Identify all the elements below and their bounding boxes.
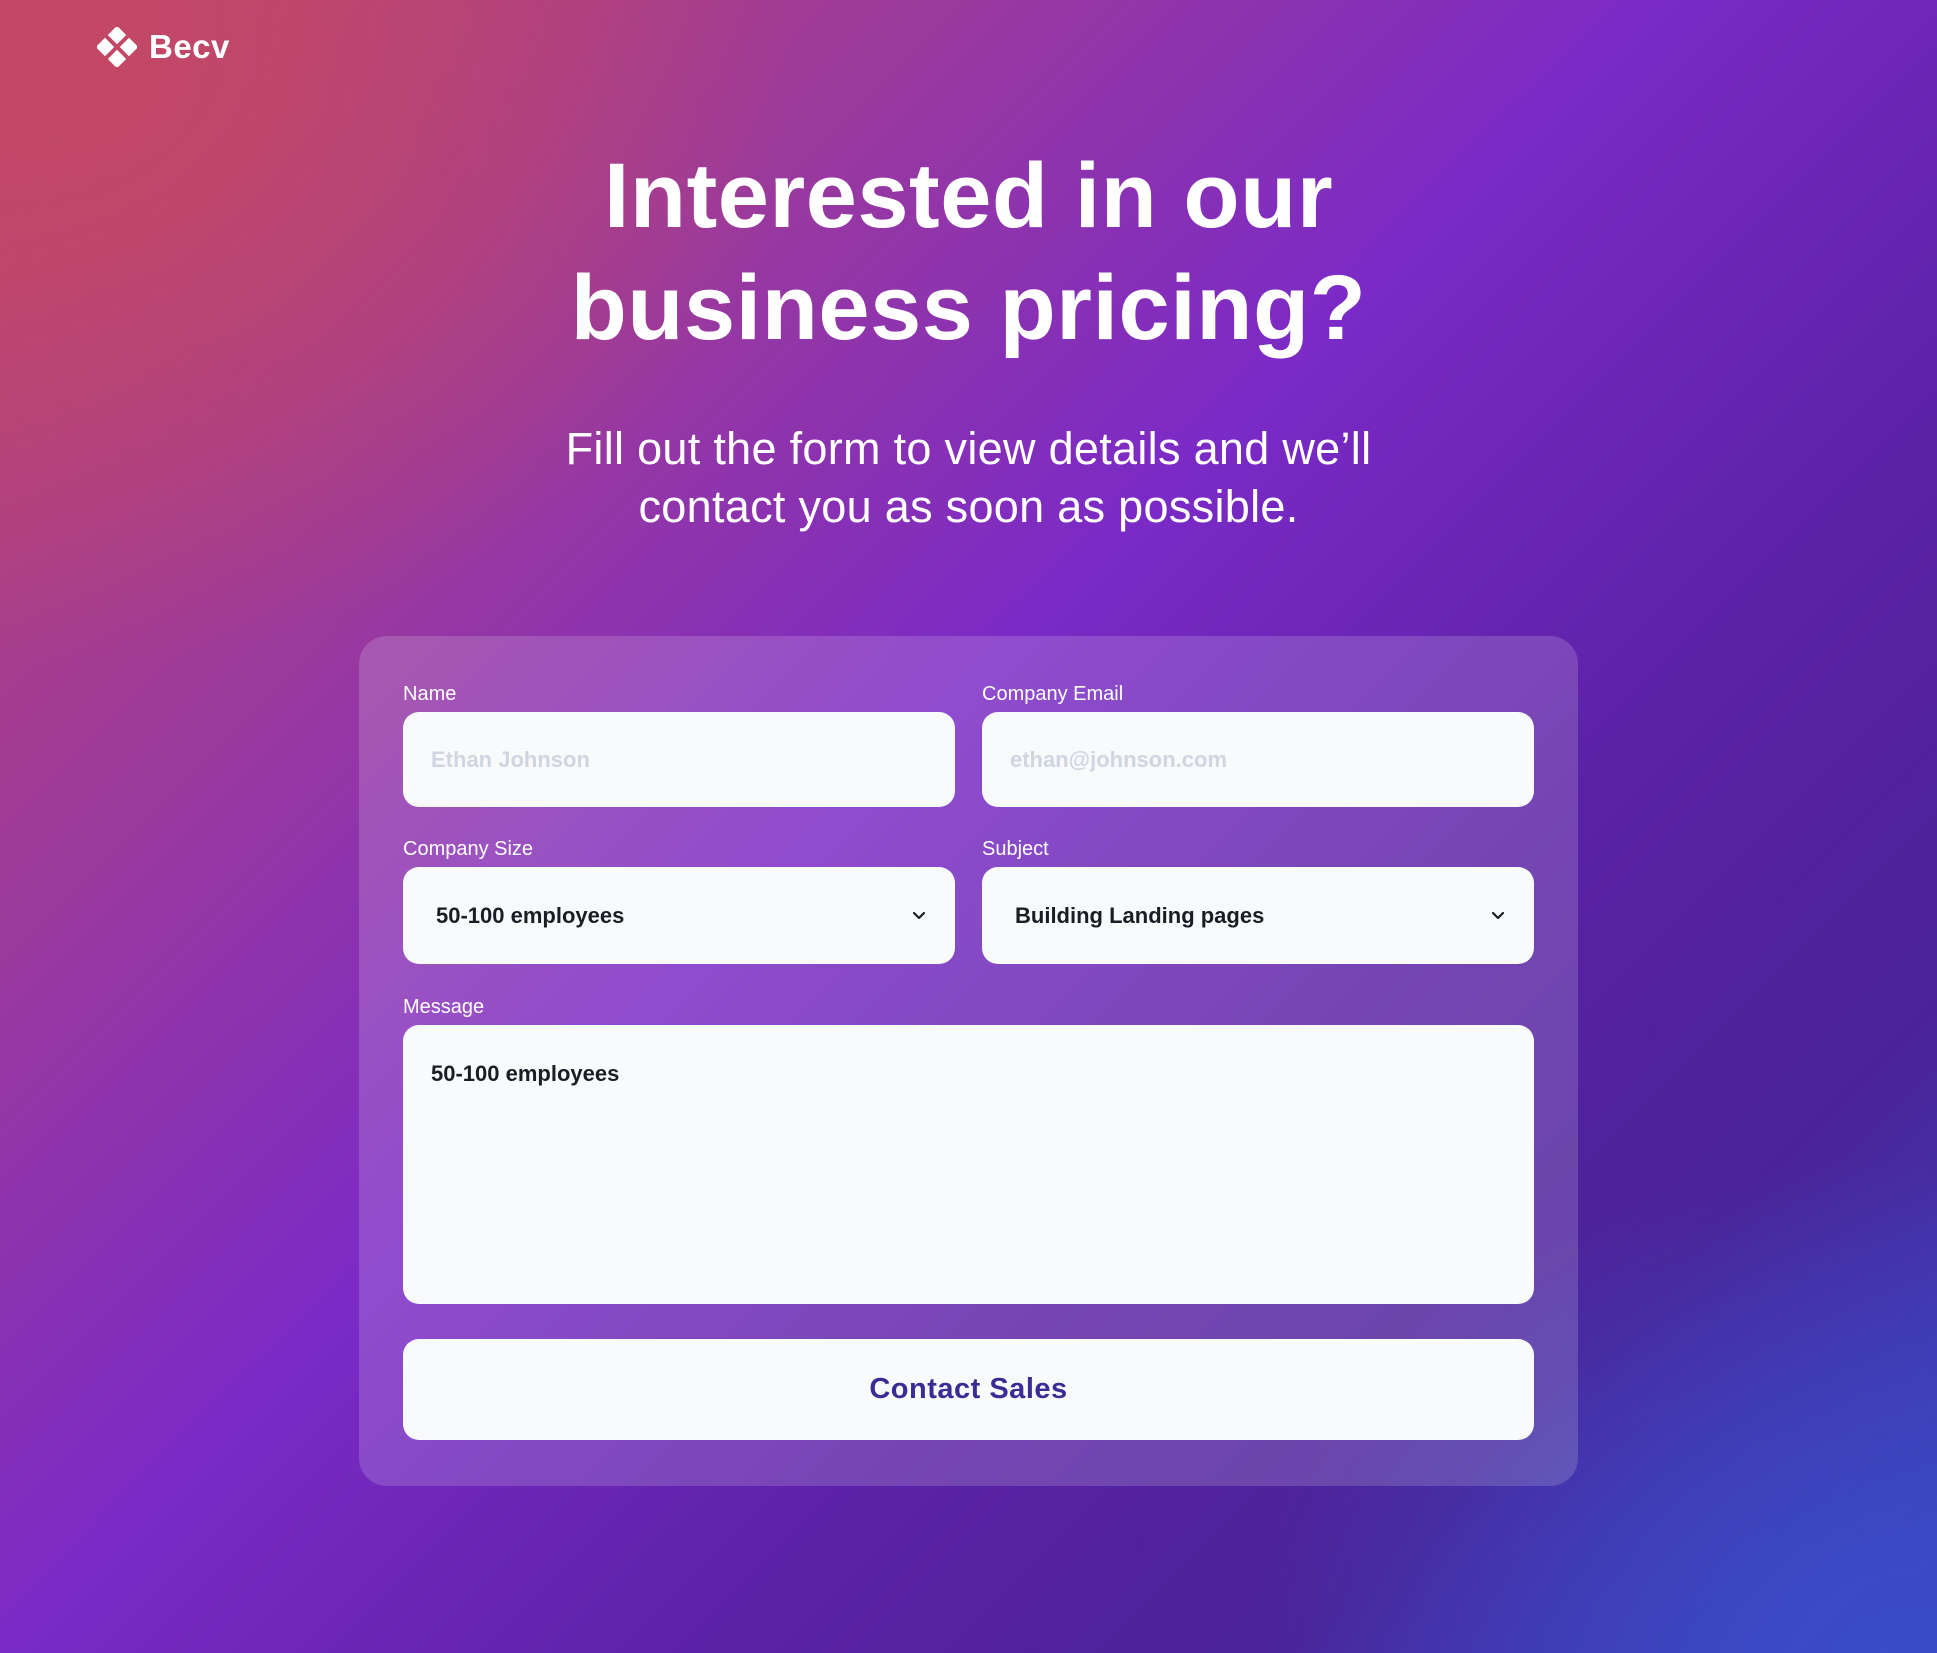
subject-value: Building Landing pages: [1015, 902, 1265, 928]
company-size-select[interactable]: 50-100 employees: [403, 867, 955, 964]
page-subtitle-line-1: Fill out the form to view details and we…: [565, 423, 1372, 474]
email-input[interactable]: ethan@johnson.com: [982, 712, 1534, 807]
page-title-line-2: business pricing?: [570, 257, 1367, 359]
brand-logo[interactable]: Becv: [97, 27, 230, 67]
name-placeholder: Ethan Johnson: [431, 746, 590, 772]
email-label: Company Email: [982, 683, 1124, 705]
message-field-group: Message 50-100 employees: [403, 995, 1534, 1304]
message-textarea[interactable]: 50-100 employees: [403, 1025, 1534, 1304]
page-title-line-1: Interested in our: [603, 145, 1334, 247]
message-label: Message: [403, 996, 485, 1018]
page-title: Interested in our business pricing?: [0, 140, 1937, 364]
email-field-group: Company Email ethan@johnson.com: [982, 682, 1534, 807]
email-placeholder: ethan@johnson.com: [1010, 746, 1228, 772]
name-input[interactable]: Ethan Johnson: [403, 712, 955, 807]
brand-name: Becv: [149, 28, 230, 65]
company-size-label: Company Size: [403, 838, 534, 860]
page-subtitle-line-2: contact you as soon as possible.: [638, 481, 1299, 532]
company-size-value: 50-100 employees: [436, 902, 625, 928]
message-value: 50-100 employees: [431, 1061, 620, 1086]
subject-select[interactable]: Building Landing pages: [982, 867, 1534, 964]
page-subtitle: Fill out the form to view details and we…: [0, 420, 1937, 536]
contact-sales-button[interactable]: Contact Sales: [403, 1339, 1534, 1440]
company-size-field-group: Company Size 50-100 employees: [403, 837, 955, 964]
chevron-down-icon: [912, 911, 926, 919]
subject-label: Subject: [982, 838, 1049, 860]
subject-field-group: Subject Building Landing pages: [982, 837, 1534, 964]
name-field-group: Name Ethan Johnson: [403, 682, 955, 807]
name-label: Name: [403, 683, 457, 705]
contact-form-card: Name Ethan Johnson Company Email ethan@j…: [359, 636, 1578, 1486]
chevron-down-icon: [1491, 911, 1505, 919]
four-diamond-logo-icon: [97, 27, 137, 67]
